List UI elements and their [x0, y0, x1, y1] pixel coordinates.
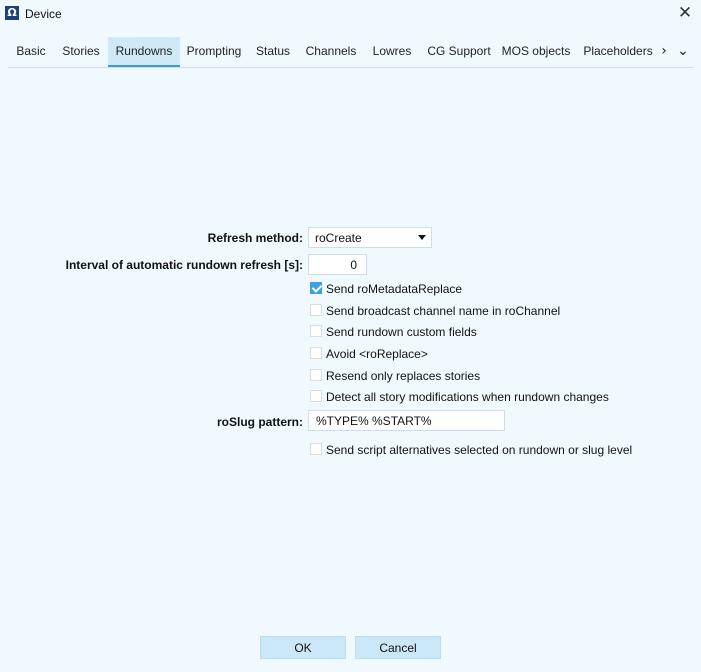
- send-broadcast-channel-checkbox[interactable]: [310, 304, 322, 316]
- tab-prompting[interactable]: Prompting: [184, 37, 244, 66]
- roslug-pattern-value: %TYPE% %START%: [316, 414, 432, 428]
- tab-lowres[interactable]: Lowres: [369, 37, 415, 66]
- avoid-roreplace-checkbox[interactable]: [310, 347, 322, 359]
- tab-rundowns[interactable]: Rundowns: [108, 37, 180, 67]
- refresh-method-value: roCreate: [315, 231, 362, 245]
- send-rometadatareplace-label: Send roMetadataReplace: [326, 282, 463, 296]
- window-title: Device: [25, 7, 62, 21]
- interval-input[interactable]: 0: [308, 254, 367, 275]
- detect-story-modifications-checkbox[interactable]: [310, 390, 322, 402]
- avoid-roreplace-label: Avoid <roReplace>: [326, 347, 428, 361]
- tab-status[interactable]: Status: [251, 37, 295, 66]
- refresh-method-label: Refresh method:: [207, 231, 303, 245]
- send-rometadatareplace-checkbox[interactable]: [310, 282, 322, 294]
- resend-only-replaces-label: Resend only replaces stories: [326, 369, 481, 383]
- roslug-pattern-input[interactable]: %TYPE% %START%: [308, 410, 505, 431]
- send-script-alternatives-checkbox[interactable]: [310, 443, 322, 455]
- refresh-method-select[interactable]: roCreate: [308, 227, 432, 248]
- interval-label: Interval of automatic rundown refresh [s…: [65, 258, 303, 272]
- title-bar: Ω Device ✕: [0, 0, 701, 28]
- tab-basic[interactable]: Basic: [10, 37, 52, 66]
- send-custom-fields-checkbox[interactable]: [310, 325, 322, 337]
- interval-value: 0: [350, 258, 357, 272]
- send-custom-fields-label: Send rundown custom fields: [326, 325, 477, 339]
- send-script-alternatives-label: Send script alternatives selected on run…: [326, 443, 633, 457]
- cancel-button[interactable]: Cancel: [355, 636, 441, 659]
- tab-placeholders[interactable]: Placeholders: [582, 37, 654, 66]
- chevron-down-icon[interactable]: ⌄: [675, 37, 691, 66]
- app-omega-icon: Ω: [5, 6, 19, 20]
- close-icon[interactable]: ✕: [676, 3, 694, 23]
- resend-only-replaces-checkbox[interactable]: [310, 369, 322, 381]
- ok-button[interactable]: OK: [260, 636, 346, 659]
- tab-channels[interactable]: Channels: [301, 37, 361, 66]
- roslug-pattern-label: roSlug pattern:: [217, 415, 303, 429]
- chevron-right-icon[interactable]: ›: [657, 37, 671, 66]
- tab-mos-objects[interactable]: MOS objects: [500, 37, 572, 66]
- detect-story-modifications-label: Detect all story modifications when rund…: [326, 390, 609, 404]
- dropdown-caret-icon: [418, 235, 426, 240]
- send-broadcast-channel-label: Send broadcast channel name in roChannel: [326, 304, 561, 318]
- tab-stories[interactable]: Stories: [56, 37, 106, 66]
- tab-bar: Basic Stories Rundowns Prompting Status …: [8, 37, 694, 68]
- tab-cg-support[interactable]: CG Support: [424, 37, 494, 66]
